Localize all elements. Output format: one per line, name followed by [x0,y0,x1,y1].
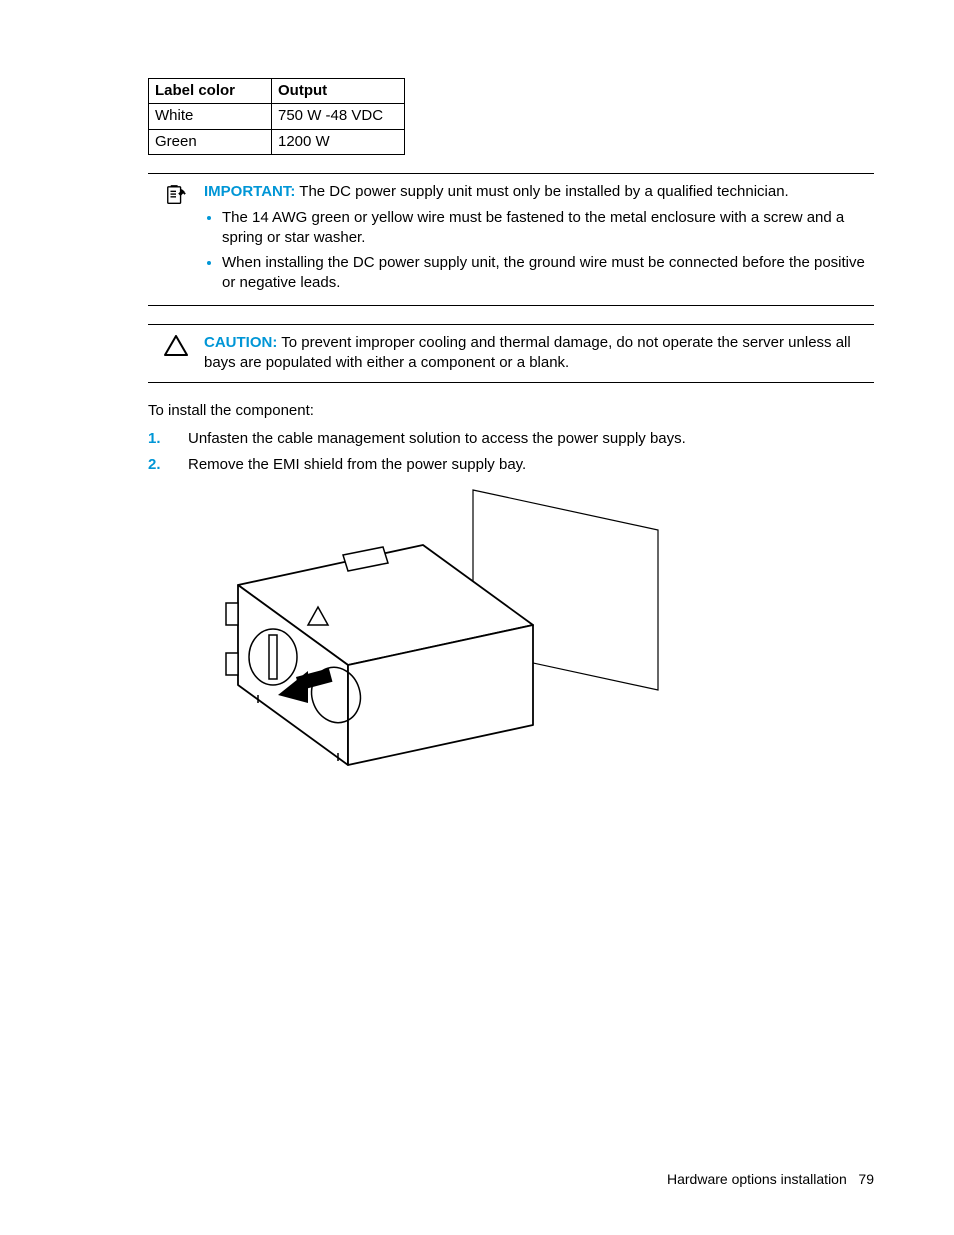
warning-icon [148,333,204,357]
important-list: The 14 AWG green or yellow wire must be … [222,208,874,293]
footer-section: Hardware options installation [667,1171,847,1187]
cell: 750 W -48 VDC [272,104,405,129]
emi-shield-figure [188,485,874,801]
important-label: IMPORTANT: [204,183,295,200]
document-page: Label color Output White 750 W -48 VDC G… [0,0,954,1235]
caution-text: To prevent improper cooling and thermal … [204,334,851,371]
cell: 1200 W [272,129,405,154]
table-row: White 750 W -48 VDC [149,104,405,129]
list-item: When installing the DC power supply unit… [222,253,874,294]
col-header-2: Output [272,79,405,104]
page-footer: Hardware options installation 79 [667,1170,874,1189]
col-header-1: Label color [149,79,272,104]
caution-callout: CAUTION: To prevent improper cooling and… [148,324,874,383]
step-item: Unfasten the cable management solution t… [148,429,874,449]
cell: White [149,104,272,129]
table-row: Green 1200 W [149,129,405,154]
intro-text: To install the component: [148,401,874,421]
important-callout: IMPORTANT: The DC power supply unit must… [148,173,874,306]
footer-page-number: 79 [858,1171,874,1187]
step-item: Remove the EMI shield from the power sup… [148,455,874,475]
cell: Green [149,129,272,154]
table-header-row: Label color Output [149,79,405,104]
important-content: IMPORTANT: The DC power supply unit must… [204,182,874,297]
steps-list: Unfasten the cable management solution t… [148,429,874,476]
spec-table: Label color Output White 750 W -48 VDC G… [148,78,405,155]
caution-content: CAUTION: To prevent improper cooling and… [204,333,874,374]
list-item: The 14 AWG green or yellow wire must be … [222,208,874,249]
note-icon [148,182,204,206]
important-lead: The DC power supply unit must only be in… [295,183,788,200]
caution-label: CAUTION: [204,334,277,351]
